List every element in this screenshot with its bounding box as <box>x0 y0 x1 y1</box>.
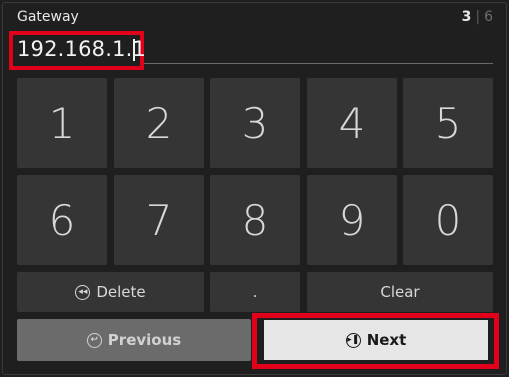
key-0[interactable]: 0 <box>403 175 493 265</box>
delete-button-label: Delete <box>96 283 146 301</box>
rewind-circle-icon: ◂◂ <box>75 284 91 300</box>
play-pause-circle-icon: ▸❚ <box>345 332 361 348</box>
key-6-label: 6 <box>48 195 76 245</box>
key-5[interactable]: 5 <box>403 78 493 168</box>
previous-button[interactable]: ↩ Previous <box>17 319 251 361</box>
dot-key-label: . <box>252 283 258 301</box>
key-9-label: 9 <box>338 195 366 245</box>
key-2[interactable]: 2 <box>114 78 204 168</box>
key-8[interactable]: 8 <box>210 175 300 265</box>
clear-button-label: Clear <box>380 283 420 301</box>
step-indicator: 3 | 6 <box>462 9 493 25</box>
key-4-label: 4 <box>338 98 366 148</box>
step-separator: | <box>475 9 481 25</box>
gateway-input[interactable]: 192.168.1.1 <box>17 37 146 61</box>
key-8-label: 8 <box>241 195 269 245</box>
key-1[interactable]: 1 <box>17 78 107 168</box>
key-9[interactable]: 9 <box>307 175 397 265</box>
key-3-label: 3 <box>241 98 269 148</box>
delete-button[interactable]: ◂◂ Delete <box>17 272 204 312</box>
key-1-label: 1 <box>48 98 76 148</box>
key-5-label: 5 <box>434 98 462 148</box>
gateway-setup-screen: Gateway 3 | 6 192.168.1.1 1 2 3 4 5 6 7 8 … <box>0 0 509 377</box>
key-2-label: 2 <box>145 98 173 148</box>
next-button-label: Next <box>366 331 407 349</box>
back-circle-icon: ↩ <box>86 332 102 348</box>
previous-button-label: Previous <box>107 331 182 349</box>
key-0-label: 0 <box>434 195 462 245</box>
key-3[interactable]: 3 <box>210 78 300 168</box>
dot-key[interactable]: . <box>210 272 300 312</box>
key-7[interactable]: 7 <box>114 175 204 265</box>
page-title: Gateway <box>17 9 79 25</box>
text-caret <box>133 39 135 61</box>
step-total: 6 <box>484 9 493 25</box>
key-4[interactable]: 4 <box>307 78 397 168</box>
clear-button[interactable]: Clear <box>307 272 493 312</box>
input-underline <box>144 63 493 64</box>
key-6[interactable]: 6 <box>17 175 107 265</box>
next-button[interactable]: ▸❚ Next <box>264 320 488 360</box>
key-7-label: 7 <box>145 195 173 245</box>
step-current: 3 <box>461 9 472 25</box>
